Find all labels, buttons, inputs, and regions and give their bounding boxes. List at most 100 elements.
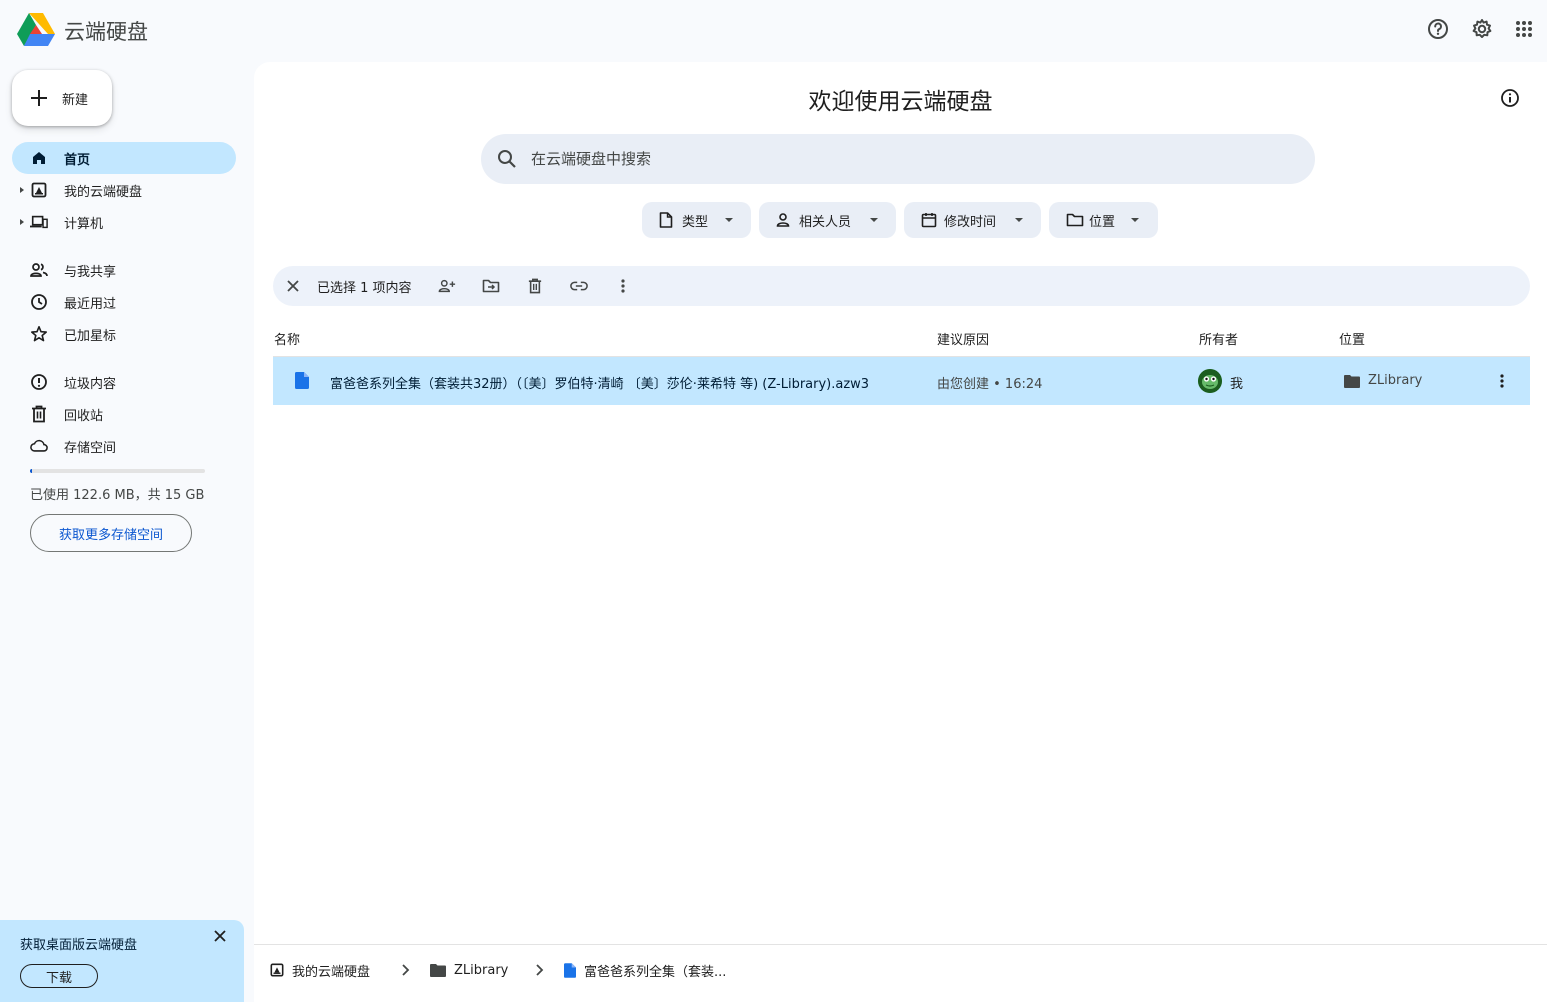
app-title[interactable]: 云端硬盘	[64, 16, 148, 46]
sidebar-item-label: 计算机	[64, 216, 104, 232]
sidebar-item-trash[interactable]: 回收站	[12, 398, 236, 430]
download-button[interactable]: 下载	[20, 964, 98, 988]
sidebar-item-starred[interactable]: 已加星标	[12, 318, 236, 350]
share-icon[interactable]	[438, 277, 456, 295]
storage-usage-bar	[30, 469, 205, 473]
link-icon[interactable]	[570, 277, 588, 295]
sidebar-item-shared[interactable]: 与我共享	[12, 254, 236, 286]
get-more-storage-button[interactable]: 获取更多存储空间	[30, 514, 192, 552]
search-icon[interactable]	[497, 149, 517, 169]
new-button-label: 新建	[62, 92, 89, 108]
breadcrumb-label: 我的云端硬盘	[292, 964, 371, 980]
avatar[interactable]	[1198, 369, 1222, 393]
filter-chip-location[interactable]: 位置	[1049, 202, 1158, 238]
file-type-icon	[659, 212, 673, 228]
filter-chip-label: 修改时间	[944, 215, 997, 230]
filter-chip-label: 相关人员	[799, 215, 852, 230]
breadcrumb-item-file[interactable]: 富爸爸系列全集（套装...	[564, 960, 726, 980]
filter-chip-type[interactable]: 类型	[642, 202, 751, 238]
owner-name: 我	[1230, 377, 1244, 392]
my-drive-icon	[270, 963, 284, 977]
main-panel: 欢迎使用云端硬盘 类型 相关人员 修改时间 位置	[254, 62, 1547, 1002]
close-icon[interactable]	[211, 927, 229, 945]
info-icon[interactable]	[1500, 88, 1520, 108]
filter-chip-people[interactable]: 相关人员	[759, 202, 896, 238]
recent-icon	[30, 293, 48, 311]
breadcrumb-label: ZLibrary	[454, 962, 509, 978]
person-icon	[776, 212, 790, 228]
clear-selection-icon[interactable]	[284, 277, 302, 295]
breadcrumb-item-zlibrary[interactable]: ZLibrary	[430, 960, 508, 980]
settings-icon[interactable]	[1469, 16, 1495, 42]
sidebar-item-recent[interactable]: 最近用过	[12, 286, 236, 318]
sidebar-item-label: 我的云端硬盘	[64, 184, 143, 200]
sidebar-item-my-drive[interactable]: 我的云端硬盘	[12, 174, 236, 206]
table-row[interactable]: 富爸爸系列全集（套装共32册）（〔美〕罗伯特·清崎 〔美〕莎伦·莱希特 等) (…	[273, 357, 1530, 405]
plus-icon	[29, 88, 49, 108]
promo-title: 获取桌面版云端硬盘	[20, 938, 138, 953]
document-icon	[564, 962, 576, 978]
chevron-down-icon	[725, 218, 733, 222]
more-vert-icon[interactable]	[614, 277, 632, 295]
cloud-icon	[30, 437, 48, 455]
new-button[interactable]: 新建	[12, 70, 112, 126]
filter-chip-label: 位置	[1089, 215, 1116, 230]
column-header-name[interactable]: 名称	[274, 329, 300, 348]
filter-chip-label: 类型	[682, 215, 709, 230]
expand-arrow-icon[interactable]	[20, 219, 24, 225]
sidebar-item-computers[interactable]: 计算机	[12, 206, 236, 238]
chevron-down-icon	[1015, 218, 1023, 222]
storage-usage-fill	[30, 469, 32, 473]
sidebar-item-label: 存储空间	[64, 440, 117, 456]
document-icon	[295, 372, 309, 389]
drive-logo-icon[interactable]	[17, 12, 55, 46]
help-icon[interactable]	[1425, 16, 1451, 42]
column-header-location: 位置	[1339, 333, 1366, 348]
column-header-owner: 所有者	[1199, 333, 1239, 348]
breadcrumb-item-my-drive[interactable]: 我的云端硬盘	[270, 960, 370, 980]
sidebar-item-home[interactable]: 首页	[12, 142, 236, 174]
selection-toolbar: 已选择 1 项内容	[273, 266, 1530, 306]
chevron-down-icon	[870, 218, 878, 222]
search-input[interactable]	[531, 134, 1291, 184]
trash-icon	[30, 405, 48, 423]
folder-outline-icon	[1066, 212, 1084, 228]
move-icon[interactable]	[482, 277, 500, 295]
nav-group-main: 首页 我的云端硬盘 计算机	[12, 142, 236, 238]
computers-icon	[30, 213, 48, 231]
page-title: 欢迎使用云端硬盘	[808, 89, 993, 115]
suggestion-reason: 由您创建 • 16:24	[937, 377, 1043, 392]
search-bar	[481, 134, 1315, 184]
breadcrumb-label: 富爸爸系列全集（套装...	[584, 964, 727, 980]
sidebar-item-label: 首页	[64, 152, 91, 168]
sidebar-item-label: 回收站	[64, 408, 104, 424]
folder-icon	[1344, 375, 1360, 388]
sidebar-item-label: 垃圾内容	[64, 376, 117, 392]
chevron-right-icon	[398, 963, 412, 977]
spam-icon	[30, 373, 48, 391]
selection-count: 已选择 1 项内容	[317, 281, 412, 296]
sidebar-item-label: 最近用过	[64, 296, 117, 312]
desktop-promo-banner: 获取桌面版云端硬盘 下载	[0, 920, 244, 1002]
more-vert-icon[interactable]	[1493, 372, 1511, 390]
sidebar-item-label: 与我共享	[64, 264, 117, 280]
storage-usage-text: 已使用 122.6 MB，共 15 GB	[30, 488, 205, 503]
nav-group-storage: 垃圾内容 回收站 存储空间	[12, 366, 236, 462]
home-icon	[30, 149, 48, 167]
expand-arrow-icon[interactable]	[20, 187, 24, 193]
chevron-down-icon	[1131, 218, 1139, 222]
folder-icon	[430, 963, 446, 977]
divider	[254, 944, 1547, 945]
top-bar: 云端硬盘	[0, 0, 1547, 62]
trash-icon[interactable]	[526, 277, 544, 295]
my-drive-icon	[30, 181, 48, 199]
nav-group-shared: 与我共享 最近用过 已加星标	[12, 254, 236, 350]
sidebar-item-spam[interactable]: 垃圾内容	[12, 366, 236, 398]
apps-grid-icon[interactable]	[1511, 16, 1537, 42]
star-icon	[30, 325, 48, 343]
file-location[interactable]: ZLibrary	[1368, 373, 1422, 388]
sidebar-item-label: 已加星标	[64, 328, 117, 344]
sidebar-item-storage[interactable]: 存储空间	[12, 430, 236, 462]
filter-chip-modified[interactable]: 修改时间	[904, 202, 1041, 238]
column-header-reason: 建议原因	[937, 333, 990, 348]
